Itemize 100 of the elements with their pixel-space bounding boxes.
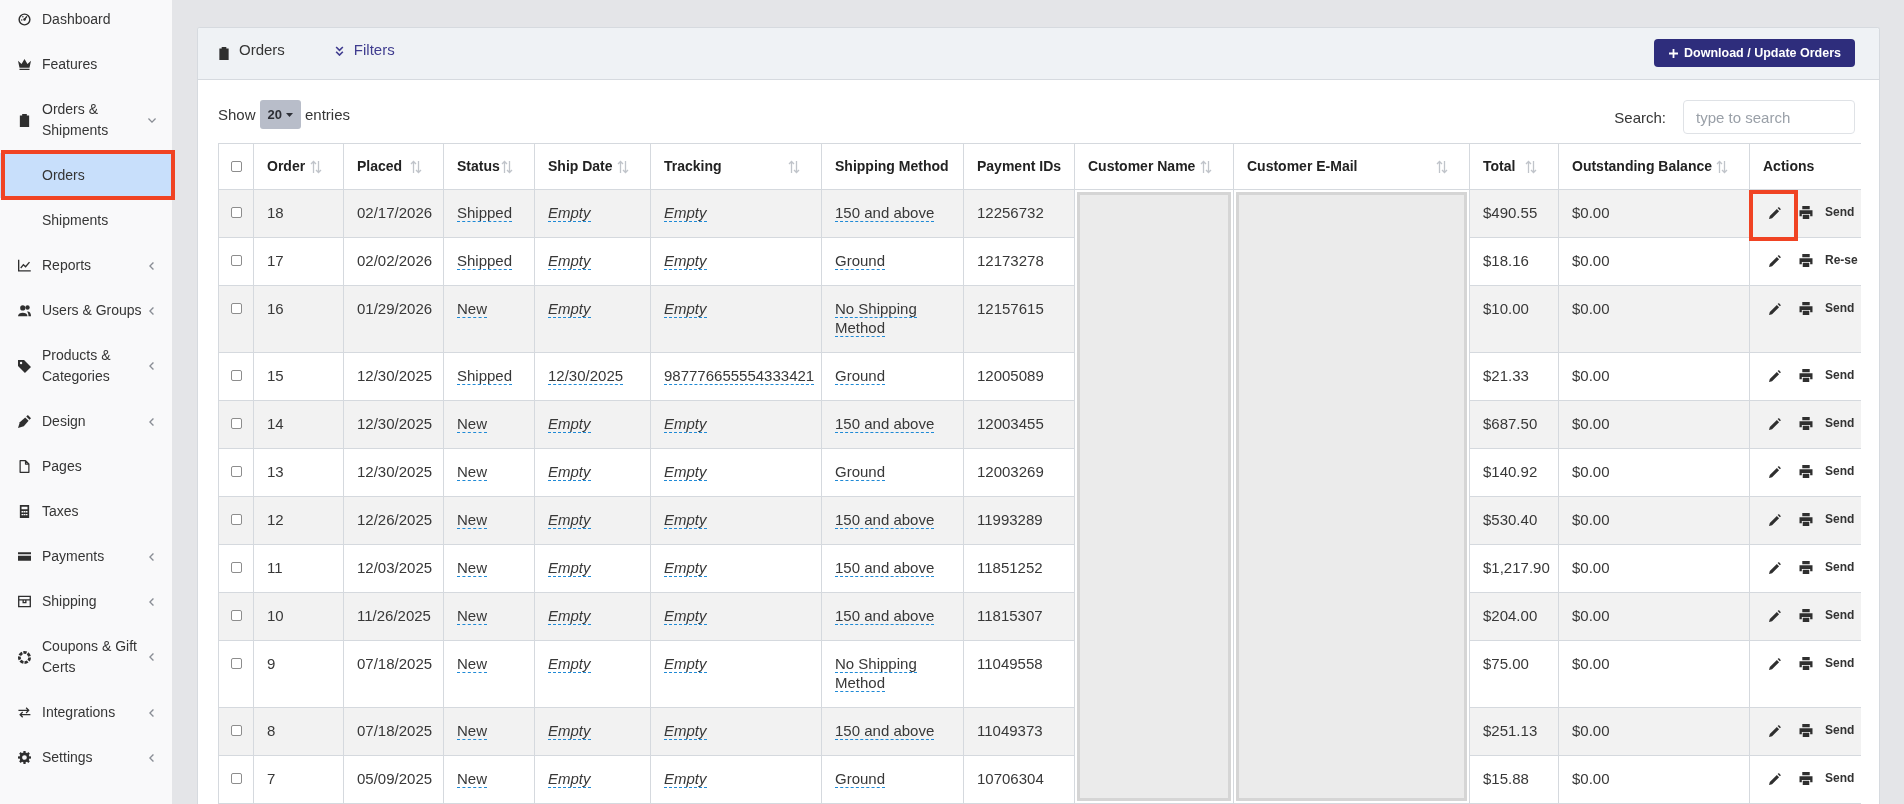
row-checkbox[interactable] — [230, 255, 242, 266]
action-link[interactable]: Send — [1825, 462, 1855, 481]
sidebar-item[interactable]: Pages — [0, 444, 172, 489]
editable-value[interactable]: Empty — [664, 654, 707, 673]
row-checkbox[interactable] — [230, 773, 242, 784]
editable-value[interactable]: Empty — [548, 606, 591, 625]
sidebar-item[interactable]: Shipping — [0, 579, 172, 624]
sidebar-item[interactable]: Orders — [0, 153, 172, 198]
row-checkbox[interactable] — [230, 207, 242, 218]
editable-value[interactable]: New — [457, 769, 487, 788]
column-header[interactable]: Placed — [343, 143, 444, 190]
editable-value[interactable]: Empty — [548, 299, 591, 318]
editable-value[interactable]: New — [457, 721, 487, 740]
edit-button[interactable] — [1769, 465, 1781, 478]
sidebar-item[interactable]: Orders & Shipments — [0, 87, 172, 153]
action-link[interactable]: Send — [1825, 203, 1855, 222]
sidebar-item[interactable]: Users & Groups — [0, 288, 172, 333]
editable-value[interactable]: Empty — [548, 721, 591, 740]
editable-value[interactable]: Empty — [664, 203, 707, 222]
editable-value[interactable]: Empty — [548, 203, 591, 222]
action-link[interactable]: Send — [1825, 654, 1855, 673]
row-checkbox[interactable] — [230, 514, 242, 525]
column-header[interactable]: Order — [253, 143, 344, 190]
print-button[interactable] — [1799, 772, 1813, 785]
editable-value[interactable]: Empty — [664, 251, 707, 270]
sidebar-item[interactable]: Taxes — [0, 489, 172, 534]
edit-button[interactable] — [1769, 609, 1781, 622]
action-link[interactable]: Send — [1825, 414, 1855, 433]
sidebar-item[interactable]: Settings — [0, 735, 172, 780]
edit-button[interactable] — [1769, 417, 1781, 430]
edit-button[interactable] — [1769, 724, 1781, 737]
action-link[interactable]: Send — [1825, 606, 1855, 625]
action-link[interactable]: Re-se — [1825, 251, 1858, 270]
print-button[interactable] — [1799, 561, 1813, 574]
editable-value[interactable]: Empty — [664, 558, 707, 577]
action-link[interactable]: Send — [1825, 721, 1855, 740]
print-button[interactable] — [1799, 206, 1813, 219]
action-link[interactable]: Send — [1825, 366, 1855, 385]
row-checkbox[interactable] — [230, 610, 242, 621]
editable-value[interactable]: New — [457, 299, 487, 318]
editable-value[interactable]: Ground — [835, 769, 886, 788]
print-button[interactable] — [1799, 609, 1813, 622]
action-link[interactable]: Send — [1825, 769, 1855, 788]
editable-value[interactable]: New — [457, 606, 487, 625]
column-header[interactable]: Total — [1469, 143, 1559, 190]
editable-value[interactable]: Empty — [548, 654, 591, 673]
column-header[interactable]: Customer E-Mail — [1233, 143, 1470, 190]
edit-button[interactable] — [1769, 302, 1781, 315]
column-header[interactable]: Customer Name — [1074, 143, 1234, 190]
edit-button[interactable] — [1769, 657, 1781, 670]
editable-value[interactable]: Empty — [664, 414, 707, 433]
edit-button[interactable] — [1769, 369, 1781, 382]
row-checkbox[interactable] — [230, 562, 242, 573]
print-button[interactable] — [1799, 302, 1813, 315]
print-button[interactable] — [1799, 465, 1813, 478]
editable-value[interactable]: Ground — [835, 462, 886, 481]
print-button[interactable] — [1799, 724, 1813, 737]
editable-value[interactable]: Empty — [664, 510, 707, 529]
row-checkbox[interactable] — [230, 370, 242, 381]
action-link[interactable]: Send — [1825, 299, 1855, 318]
editable-value[interactable]: New — [457, 510, 487, 529]
print-button[interactable] — [1799, 254, 1813, 267]
sidebar-item[interactable]: Integrations — [0, 690, 172, 735]
editable-value[interactable]: Empty — [548, 251, 591, 270]
edit-button[interactable] — [1769, 206, 1781, 219]
sidebar-item[interactable]: Features — [0, 42, 172, 87]
editable-value[interactable]: Empty — [548, 510, 591, 529]
row-checkbox[interactable] — [230, 418, 242, 429]
print-button[interactable] — [1799, 513, 1813, 526]
editable-value[interactable]: Empty — [664, 299, 707, 318]
action-link[interactable]: Send — [1825, 510, 1855, 529]
print-button[interactable] — [1799, 369, 1813, 382]
editable-value[interactable]: Empty — [664, 462, 707, 481]
editable-value[interactable]: New — [457, 654, 487, 673]
row-checkbox[interactable] — [230, 658, 242, 669]
print-button[interactable] — [1799, 417, 1813, 430]
download-button[interactable]: Download / Update Orders — [1654, 39, 1855, 67]
editable-value[interactable]: New — [457, 414, 487, 433]
editable-value[interactable]: Empty — [664, 606, 707, 625]
search-field[interactable]: type to search — [1683, 100, 1855, 134]
row-checkbox[interactable] — [230, 725, 242, 736]
edit-button[interactable] — [1769, 254, 1781, 267]
edit-button[interactable] — [1769, 513, 1781, 526]
row-checkbox[interactable] — [230, 466, 242, 477]
editable-value[interactable]: Empty — [548, 558, 591, 577]
editable-value[interactable]: Ground — [835, 251, 886, 270]
sidebar-item[interactable]: Reports — [0, 243, 172, 288]
column-header[interactable]: Outstanding Balance — [1558, 143, 1750, 190]
column-header[interactable]: Status — [443, 143, 535, 190]
editable-value[interactable]: Empty — [548, 769, 591, 788]
row-checkbox[interactable] — [230, 303, 242, 314]
sidebar-item[interactable]: Payments — [0, 534, 172, 579]
edit-button[interactable] — [1769, 772, 1781, 785]
editable-value[interactable]: Empty — [548, 414, 591, 433]
action-link[interactable]: Send — [1825, 558, 1855, 577]
sidebar-item[interactable]: Coupons & Gift Certs — [0, 624, 172, 690]
sidebar-item[interactable]: Design — [0, 399, 172, 444]
editable-value[interactable]: Empty — [664, 769, 707, 788]
filters-link[interactable]: Filters — [334, 41, 395, 58]
sidebar-item[interactable]: Products & Categories — [0, 333, 172, 399]
